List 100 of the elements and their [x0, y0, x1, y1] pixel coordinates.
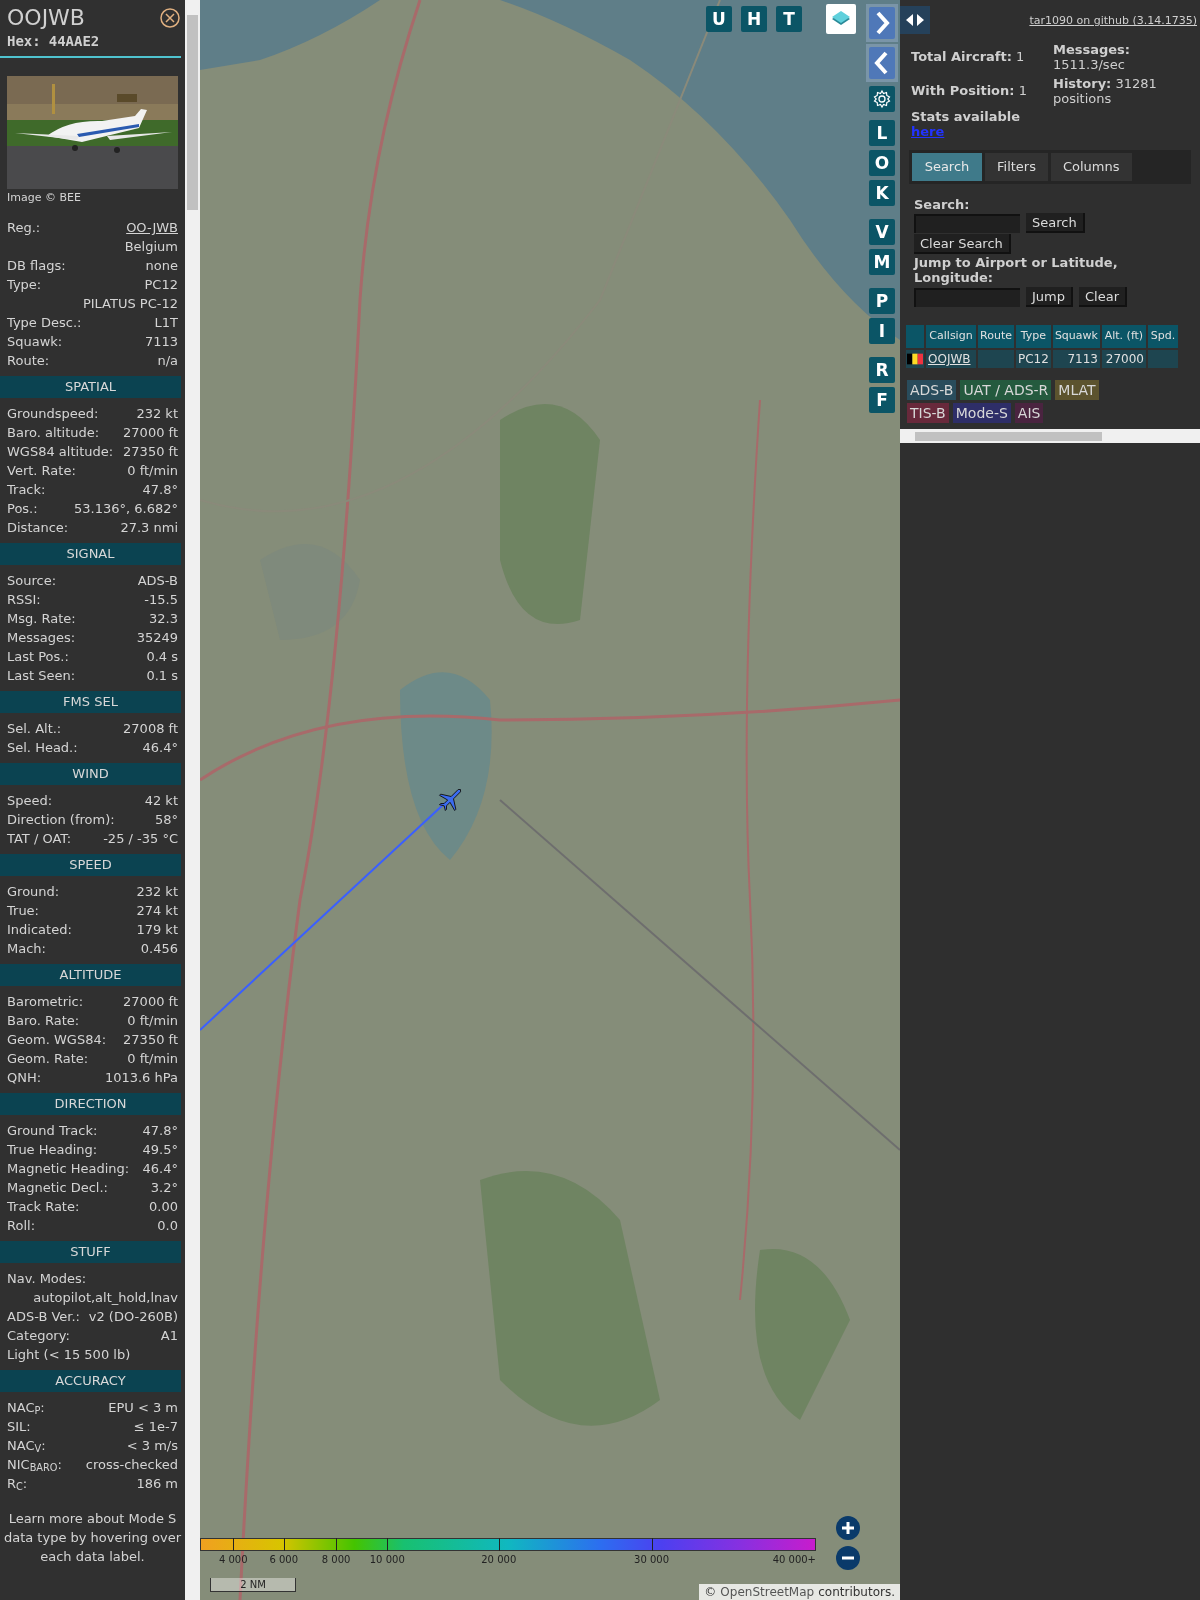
field-value: 47.8° [142, 481, 178, 499]
tab[interactable]: Columns [1050, 153, 1132, 181]
field-value: 274 kt [136, 902, 178, 920]
search-field[interactable] [914, 213, 1020, 233]
field-label: Distance: [7, 519, 69, 537]
map-toggle-button[interactable]: U [706, 6, 732, 32]
map-toggle-button[interactable]: T [776, 6, 802, 32]
field-label: Light (< 15 500 lb) [7, 1346, 131, 1364]
field-label: Nav. Modes: [7, 1270, 87, 1288]
airplane-icon[interactable] [436, 786, 464, 814]
map-toggle-button[interactable]: H [741, 6, 767, 32]
map-toggle-button[interactable]: R [869, 357, 895, 383]
map-toggle-button[interactable]: F [869, 387, 895, 413]
section-header: FMS SEL [0, 691, 181, 713]
field-label: RSSI: [7, 591, 41, 609]
field-label: Baro. Rate: [7, 1012, 80, 1030]
jump-field[interactable] [914, 287, 1020, 307]
map-toggle-button[interactable]: M [869, 249, 895, 275]
clear-search-button[interactable]: Clear Search [914, 234, 1011, 254]
stat-text: Total Aircraft: 1 [911, 48, 1026, 64]
field-value: 27350 ft [123, 1031, 178, 1049]
map-toggle-button[interactable]: V [869, 219, 895, 245]
field-label: Category: [7, 1327, 70, 1345]
field-value: 32.3 [149, 610, 178, 628]
field-label: Source: [7, 572, 57, 590]
tab[interactable]: Filters [985, 153, 1048, 181]
jump-button[interactable]: Jump [1026, 287, 1073, 307]
field-label: Ground Track: [7, 1122, 98, 1140]
openstreetmap-link[interactable]: OpenStreetMap [720, 1584, 815, 1600]
field-value: 27000 ft [123, 424, 178, 442]
field-label: Ground: [7, 883, 60, 901]
field-label: Mach: [7, 940, 46, 958]
section-header: SPEED [0, 854, 181, 876]
table-header-cell [906, 325, 924, 348]
field-value: < 3 m/s [126, 1437, 178, 1455]
field-label: Roll: [7, 1217, 35, 1235]
field-value: v2 (DO-260B) [88, 1308, 178, 1326]
settings-button[interactable] [869, 86, 895, 112]
copyright-text: contributors. [818, 1584, 895, 1600]
close-icon[interactable] [160, 8, 180, 28]
map-toggle-button[interactable]: P [869, 288, 895, 314]
column-header[interactable]: Type [1016, 325, 1051, 348]
field-label: Direction (from): [7, 811, 115, 829]
altitude-label: 8 000 [321, 1554, 351, 1566]
section-header: STUFF [0, 1241, 181, 1263]
column-header[interactable]: Alt. (ft) [1101, 325, 1146, 348]
field-value: 53.136°, 6.682° [74, 500, 178, 518]
field-value: 3.2° [150, 1179, 178, 1197]
field-label: Barometric: [7, 993, 84, 1011]
field-label: Geom. WGS84: [7, 1031, 107, 1049]
tab[interactable]: Search [912, 153, 982, 181]
field-value: A1 [160, 1327, 178, 1345]
field-value: Belgium [124, 238, 178, 256]
horizontal-scrollbar[interactable] [900, 429, 1200, 443]
registration-link[interactable]: OO-JWB [126, 218, 178, 237]
next-button[interactable] [866, 4, 898, 42]
field-label: Magnetic Decl.: [7, 1179, 108, 1197]
column-header[interactable]: Route [978, 325, 1014, 348]
altitude-label: 4 000 [218, 1554, 248, 1566]
field-label: Indicated: [7, 921, 72, 939]
section-header: SIGNAL [0, 543, 181, 565]
map-toggle-button[interactable]: K [869, 180, 895, 206]
field-label: Type Desc.: [7, 314, 82, 332]
scrollbar[interactable] [185, 0, 200, 1600]
field-label: Squawk: [7, 333, 63, 351]
map-toggle-button[interactable]: I [869, 318, 895, 344]
github-link[interactable]: tar1090 on github (3.14.1735) [1029, 14, 1197, 28]
hex-code: 44AAE2 [48, 32, 100, 50]
scrollbar-thumb[interactable] [915, 432, 1102, 441]
altitude-label: 10 000 [369, 1554, 405, 1566]
field-label: Baro. altitude: [7, 424, 100, 442]
field-label: Reg.: [7, 219, 41, 237]
source-tag: ADS-B [907, 380, 957, 400]
field-label: Track: [7, 481, 46, 499]
field-value: ADS-B [137, 572, 178, 590]
jump-label: Jump to Airport or Latitude, Longitude: [914, 255, 1119, 285]
clear-button[interactable]: Clear [1079, 287, 1127, 307]
layers-button[interactable] [826, 4, 856, 34]
previous-button[interactable] [866, 44, 898, 82]
map-toggle-button[interactable]: O [869, 150, 895, 176]
map-toggle-button[interactable]: L [869, 120, 895, 146]
column-header[interactable]: Squawk [1052, 325, 1100, 348]
scrollbar-thumb[interactable] [187, 15, 198, 210]
plus-icon [841, 1521, 855, 1535]
field-value: 0 ft/min [127, 1012, 178, 1030]
field-value: 179 kt [136, 921, 178, 939]
field-value: 27350 ft [123, 443, 178, 461]
image-credit: Image © BEE [6, 191, 82, 205]
field-label: R$_{C}$: [7, 1475, 28, 1493]
field-value: 47.8° [142, 1122, 178, 1140]
collapse-button[interactable] [900, 6, 930, 34]
field-value: none [145, 257, 178, 275]
column-header[interactable]: Callsign [926, 325, 976, 348]
field-value: 186 m [136, 1475, 178, 1493]
table-cell: 27000 [1101, 350, 1146, 368]
field-value: n/a [157, 352, 178, 370]
column-header[interactable]: Spd. [1147, 325, 1178, 348]
source-tag: TIS-B [907, 403, 949, 423]
search-button[interactable]: Search [1026, 213, 1085, 233]
flag-icon [907, 352, 923, 366]
